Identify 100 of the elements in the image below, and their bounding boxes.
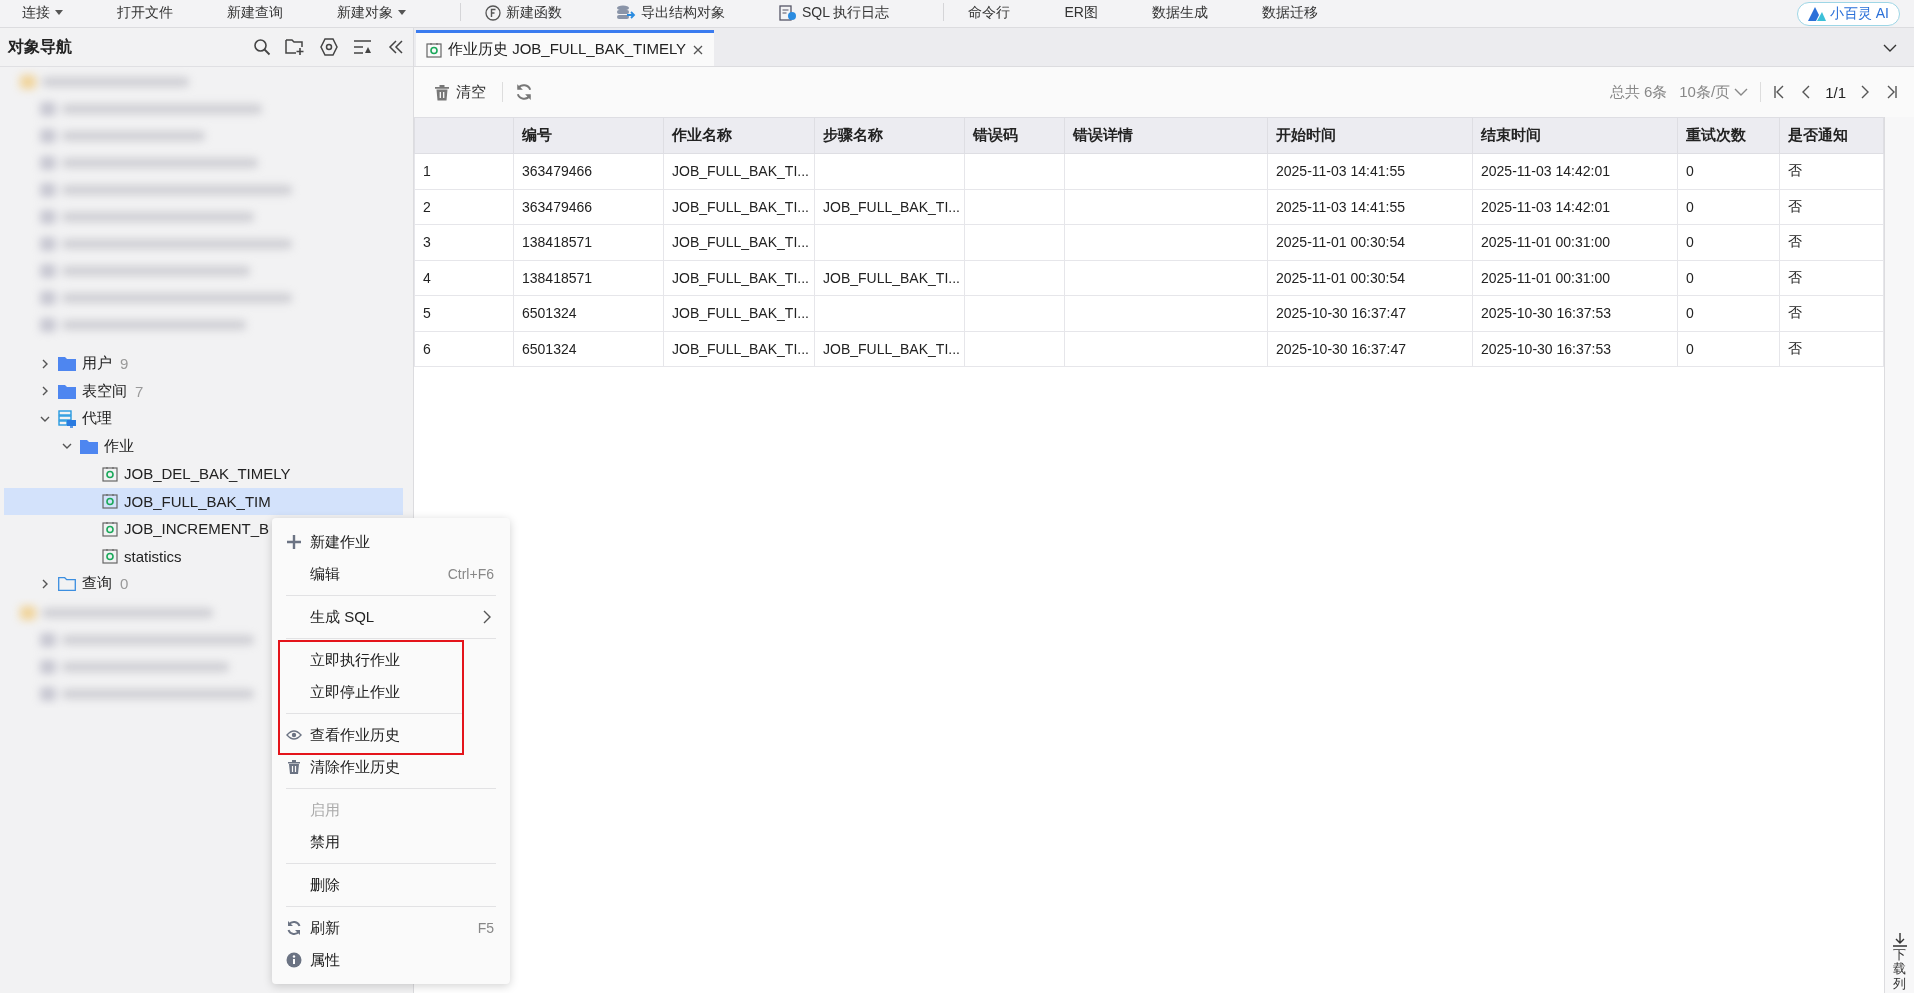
- menu-item[interactable]: 删除: [272, 869, 510, 901]
- table-cell: 6501324: [513, 331, 664, 367]
- column-header[interactable]: 编号: [513, 117, 664, 154]
- table-cell: 2025-11-03 14:41:55: [1267, 153, 1473, 189]
- logo-icon: [1807, 7, 1826, 21]
- tree-item[interactable]: JOB_FULL_BAK_TIM: [4, 487, 403, 515]
- sort-icon[interactable]: [353, 38, 373, 56]
- server-icon: [58, 409, 76, 428]
- table-cell: 2025-11-03 14:42:01: [1472, 189, 1678, 225]
- menu-label: 清除作业历史: [310, 757, 401, 777]
- tree-item[interactable]: 表空间 7: [4, 377, 403, 405]
- column-header[interactable]: 重试次数: [1677, 117, 1780, 154]
- menu-label: 禁用: [310, 832, 341, 852]
- menu-label: 删除: [310, 875, 341, 895]
- column-header[interactable]: 错误详情: [1064, 117, 1268, 154]
- menu-item[interactable]: 新建作业: [272, 526, 510, 558]
- table-cell: 否: [1779, 331, 1884, 367]
- tab-title: 作业历史 JOB_FULL_BAK_TIMELY: [448, 40, 687, 59]
- table-cell: JOB_FULL_BAK_TI...: [663, 153, 815, 189]
- tree-label: 用户: [82, 354, 112, 374]
- page-size-select[interactable]: 10条/页: [1679, 82, 1749, 102]
- tree-item[interactable]: 代理: [4, 405, 403, 433]
- toolbar-button[interactable]: 导出结构对象: [616, 3, 755, 23]
- refresh-icon[interactable]: [515, 83, 533, 101]
- caret-icon: [398, 10, 406, 16]
- trash-icon: [286, 759, 302, 775]
- function-icon: [485, 5, 501, 21]
- column-header[interactable]: 结束时间: [1472, 117, 1678, 154]
- editor-tab[interactable]: 作业历史 JOB_FULL_BAK_TIMELY: [416, 30, 715, 66]
- toolbar-button[interactable]: 连接: [22, 3, 93, 23]
- table-cell: 2025-11-01 00:30:54: [1267, 224, 1473, 260]
- menu-item[interactable]: 立即执行作业: [280, 644, 462, 676]
- table-cell: 138418571: [513, 224, 664, 260]
- search-icon[interactable]: [253, 38, 271, 56]
- toolbar-button[interactable]: 数据生成: [1151, 3, 1238, 23]
- toolbar-button[interactable]: 新建查询: [227, 3, 313, 23]
- tree-item[interactable]: 作业: [4, 432, 403, 460]
- job-icon: [102, 493, 118, 510]
- new-folder-icon[interactable]: [285, 38, 305, 56]
- toolbar-button[interactable]: 新建对象: [337, 3, 436, 23]
- menu-item[interactable]: 刷新 F5: [272, 912, 510, 944]
- tree-item[interactable]: 用户 9: [4, 350, 403, 378]
- job-icon: [102, 465, 118, 482]
- collapse-icon[interactable]: [387, 38, 405, 56]
- table-cell: 0: [1677, 189, 1780, 225]
- toolbar-button[interactable]: 新建函数: [485, 3, 592, 23]
- item-count: 0: [120, 575, 129, 593]
- column-header[interactable]: 是否通知: [1779, 117, 1884, 154]
- close-icon[interactable]: [692, 43, 705, 56]
- toolbar-button[interactable]: 命令行: [968, 3, 1041, 23]
- tree-label: statistics: [124, 547, 182, 565]
- tree-label: 表空间: [82, 381, 127, 401]
- folder-icon: [58, 576, 76, 592]
- menu-item[interactable]: 编辑 Ctrl+F6: [272, 558, 510, 590]
- trash-icon: [434, 83, 450, 101]
- table-cell: 2025-10-30 16:37:47: [1267, 295, 1473, 331]
- side-strip-label[interactable]: 下载列: [1893, 948, 1906, 991]
- toolbar-button[interactable]: SQL 执行日志: [779, 3, 920, 23]
- log-icon: [779, 5, 797, 21]
- eye-icon: [286, 727, 302, 743]
- table-cell: 138418571: [513, 260, 664, 296]
- menu-label: 属性: [310, 950, 341, 970]
- job-icon: [102, 548, 118, 565]
- clear-button[interactable]: 清空: [430, 78, 490, 106]
- filter-settings-icon[interactable]: [319, 38, 339, 56]
- menu-item[interactable]: 禁用: [272, 826, 510, 858]
- table-cell: 6: [414, 331, 514, 367]
- menu-label: 生成 SQL: [310, 607, 376, 627]
- menu-item[interactable]: 属性: [272, 944, 510, 976]
- menu-item[interactable]: 生成 SQL: [272, 601, 510, 633]
- table-cell: 2025-11-01 00:30:54: [1267, 260, 1473, 296]
- table-cell: JOB_FULL_BAK_TI...: [663, 331, 815, 367]
- table-cell: 0: [1677, 295, 1780, 331]
- table-cell: 否: [1779, 224, 1884, 260]
- toolbar-button[interactable]: 打开文件: [117, 3, 203, 23]
- tree-label: JOB_DEL_BAK_TIMELY: [124, 465, 291, 483]
- ai-assistant-button[interactable]: 小百灵 AI: [1796, 2, 1900, 26]
- table-cell: 2025-10-30 16:37:53: [1472, 295, 1678, 331]
- column-header[interactable]: 作业名称: [663, 117, 815, 154]
- tree-item[interactable]: JOB_DEL_BAK_TIMELY: [4, 460, 403, 488]
- download-icon[interactable]: [1891, 932, 1908, 949]
- table-cell: 3: [414, 224, 514, 260]
- menu-item[interactable]: 立即停止作业: [280, 676, 462, 708]
- column-header[interactable]: 步骤名称: [814, 117, 965, 154]
- column-header[interactable]: 开始时间: [1267, 117, 1473, 154]
- menu-label: 立即停止作业: [310, 682, 401, 702]
- tree-label: 查询: [82, 574, 112, 594]
- toolbar-button[interactable]: ER图: [1064, 3, 1128, 23]
- menu-label: 编辑: [310, 564, 341, 584]
- menu-item[interactable]: 查看作业历史: [280, 719, 462, 751]
- menu-item[interactable]: 清除作业历史: [272, 751, 510, 783]
- table-cell: 否: [1779, 153, 1884, 189]
- table-cell: JOB_FULL_BAK_TI...: [814, 260, 965, 296]
- toolbar-button[interactable]: 数据迁移: [1261, 3, 1348, 23]
- table-cell: 0: [1677, 224, 1780, 260]
- column-header[interactable]: 错误码: [964, 117, 1065, 154]
- shortcut-text: F5: [477, 920, 494, 936]
- table-cell: 2025-11-01 00:31:00: [1472, 224, 1678, 260]
- menu-label: 刷新: [310, 918, 341, 938]
- tree-label: 代理: [82, 409, 112, 429]
